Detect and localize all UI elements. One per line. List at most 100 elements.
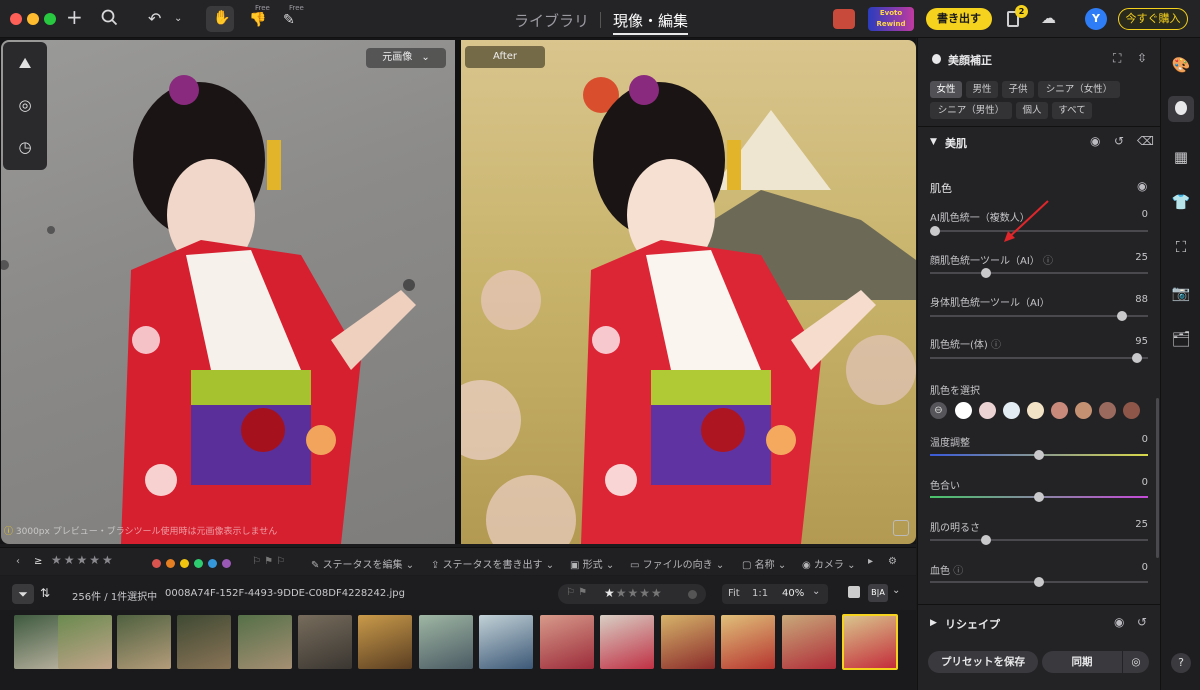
palette-icon[interactable]: 🎨 [1171, 56, 1191, 76]
skin-swatch[interactable] [1075, 402, 1092, 419]
gift-icon[interactable] [833, 9, 855, 29]
rating-filter-icon[interactable]: ≥ [34, 556, 42, 567]
thumbnail[interactable] [298, 615, 352, 669]
thumbnail[interactable] [782, 615, 836, 669]
slider-knob[interactable] [1034, 450, 1044, 460]
filter-chip-all[interactable]: すべて [1052, 102, 1092, 119]
single-view-icon[interactable] [848, 586, 860, 598]
face-module-button[interactable] [1168, 96, 1194, 122]
collapse-triangle-icon[interactable]: ▼ [930, 137, 937, 147]
sync-settings-icon[interactable]: ◎ [1123, 651, 1149, 673]
thumbnail[interactable] [358, 615, 412, 669]
before-image[interactable] [1, 40, 455, 544]
export-status-button[interactable]: ⇪ ステータスを書き出す ⌄ [431, 556, 554, 571]
color-label-red[interactable] [152, 559, 161, 568]
crop-icon[interactable]: ⛶ [1171, 238, 1191, 258]
slider-knob[interactable] [1034, 492, 1044, 502]
color-label-yellow[interactable] [180, 559, 189, 568]
thumbnail[interactable] [600, 615, 654, 669]
before-label-dropdown[interactable]: 元画像 ⌄ [366, 48, 446, 68]
skin-swatch[interactable] [1027, 402, 1044, 419]
reset-icon[interactable]: ↺ [1114, 134, 1124, 148]
reorder-icon[interactable]: ⇳ [1137, 51, 1147, 65]
name-button[interactable]: ▢ 名称 ⌄ [742, 556, 786, 571]
color-label-blue[interactable] [208, 559, 217, 568]
history-icon[interactable]: ◷ [15, 138, 35, 158]
thumbnail[interactable] [721, 615, 775, 669]
color-label-green[interactable] [194, 559, 203, 568]
thumbnail[interactable] [58, 615, 112, 669]
skin-swatch[interactable] [955, 402, 972, 419]
color-label-none[interactable] [688, 590, 697, 599]
star-rating[interactable]: ★★★★★ [51, 553, 115, 567]
help-icon[interactable]: ? [1171, 653, 1191, 673]
camera-button[interactable]: ◉ カメラ ⌄ [802, 556, 855, 571]
visibility-icon[interactable]: ◉ [1114, 615, 1124, 629]
one-to-one-button[interactable]: 1:1 [752, 588, 768, 599]
visibility-icon[interactable]: ◉ [1090, 134, 1100, 148]
format-button[interactable]: ▣ 形式 ⌄ [570, 556, 614, 571]
slider-knob[interactable] [981, 268, 991, 278]
filter-icon[interactable]: ⏷ [12, 584, 34, 604]
edit-status-button[interactable]: ✎ ステータスを編集 ⌄ [311, 556, 414, 571]
expand-triangle-icon[interactable]: ▶ [930, 618, 937, 628]
thumbnail[interactable] [177, 615, 231, 669]
hand-tool-button[interactable]: ✋ [206, 6, 234, 32]
avatar[interactable]: Y [1085, 8, 1107, 30]
filter-chip-child[interactable]: 子供 [1002, 81, 1034, 98]
slider-brightness[interactable] [930, 535, 1148, 545]
slider-body-skin[interactable] [930, 311, 1148, 321]
eyedropper-icon[interactable]: ⊖ [930, 402, 947, 419]
slider-temperature[interactable] [930, 450, 1148, 460]
thumbnail[interactable] [238, 615, 292, 669]
sync-button[interactable]: 同期 [1042, 651, 1122, 673]
slider-skin-body[interactable] [930, 353, 1148, 363]
thumbnail[interactable] [661, 615, 715, 669]
face-detect-icon[interactable]: ⛶ [1113, 51, 1121, 66]
sort-icon[interactable]: ⇅ [40, 586, 50, 600]
search-icon[interactable] [101, 9, 118, 30]
add-icon[interactable]: + [66, 5, 83, 29]
eraser-icon[interactable]: ✎ [283, 12, 295, 28]
filter-chip-senior-male[interactable]: シニア（男性） [930, 102, 1012, 119]
thumbnail[interactable] [419, 615, 473, 669]
zoom-value[interactable]: 40% [782, 588, 804, 599]
slider-knob[interactable] [1117, 311, 1127, 321]
color-label-orange[interactable] [166, 559, 175, 568]
noise-icon[interactable]: ◎ [15, 96, 35, 116]
slider-blood-color[interactable] [930, 577, 1148, 587]
section-reshape-title[interactable]: リシェイプ [945, 616, 1000, 632]
after-image[interactable] [461, 40, 916, 544]
skin-swatch[interactable] [1003, 402, 1020, 419]
reset-icon[interactable]: ↺ [1137, 615, 1147, 629]
background-icon[interactable]: ▦ [1171, 148, 1191, 168]
filter-chip-individual[interactable]: 個人 [1016, 102, 1048, 119]
zoom-window-button[interactable] [44, 13, 56, 25]
thumbnail-selected[interactable] [842, 614, 898, 670]
settings-icon[interactable]: ⚙ [888, 556, 897, 567]
flag-icons[interactable]: ⚐ ⚑ ⚐ [252, 556, 285, 567]
folder-icon[interactable]: 🗂 [1171, 330, 1191, 350]
visibility-icon[interactable]: ◉ [1137, 179, 1147, 193]
slider-tint[interactable] [930, 492, 1148, 502]
slider-knob[interactable] [1132, 353, 1142, 363]
chevron-down-icon[interactable]: ⌄ [892, 585, 900, 596]
minimize-window-button[interactable] [27, 13, 39, 25]
clothing-icon[interactable]: 👕 [1171, 193, 1191, 213]
skin-swatch[interactable] [979, 402, 996, 419]
tab-library[interactable]: ライブラリ [514, 10, 589, 31]
help-icon[interactable]: ⓘ [991, 340, 1001, 351]
star-rating[interactable]: ★★★★★ [604, 586, 663, 600]
tab-develop[interactable]: 現像・編集 [613, 10, 688, 31]
compare-toggle-icon[interactable] [893, 520, 909, 536]
close-window-button[interactable] [10, 13, 22, 25]
slider-knob[interactable] [1034, 577, 1044, 587]
chevron-down-icon[interactable]: ⌄ [812, 586, 820, 597]
save-preset-button[interactable]: プリセットを保存 [928, 651, 1038, 673]
auto-retouch-icon[interactable]: ⛰ [15, 54, 35, 74]
skin-swatch[interactable] [1099, 402, 1116, 419]
slider-knob[interactable] [981, 535, 991, 545]
chevron-down-icon[interactable]: ⌄ [174, 13, 182, 24]
flag-icon[interactable]: ⚐ ⚑ [566, 587, 587, 598]
section-skin-title[interactable]: 美肌 [945, 135, 967, 151]
